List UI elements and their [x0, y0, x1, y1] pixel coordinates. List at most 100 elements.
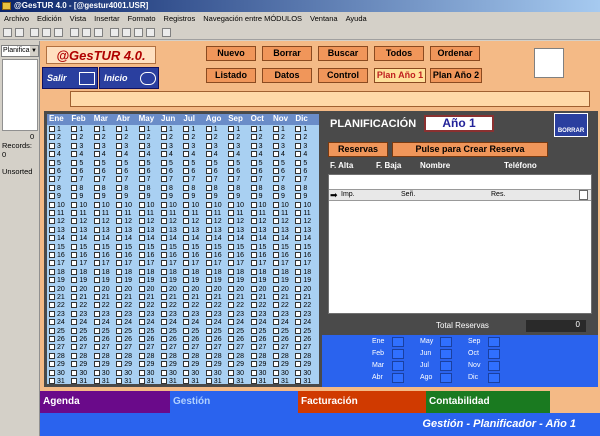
day-checkbox[interactable]: 17: [183, 260, 199, 268]
tab-gestion[interactable]: Gestión: [170, 391, 298, 413]
day-checkbox[interactable]: 3: [49, 142, 61, 151]
day-checkbox[interactable]: 9: [93, 193, 106, 201]
day-checkbox[interactable]: 21: [116, 294, 132, 302]
day-checkbox[interactable]: 20: [183, 285, 199, 294]
day-checkbox[interactable]: 21: [71, 294, 87, 302]
day-checkbox[interactable]: 3: [71, 142, 83, 151]
day-checkbox[interactable]: 15: [183, 243, 199, 252]
day-checkbox[interactable]: 4: [228, 151, 240, 159]
salir-button[interactable]: Salir: [42, 67, 98, 89]
day-checkbox[interactable]: 11: [138, 210, 154, 218]
day-checkbox[interactable]: 30: [250, 369, 266, 378]
day-checkbox[interactable]: 6: [49, 168, 61, 176]
day-checkbox[interactable]: 24: [49, 319, 65, 327]
day-checkbox[interactable]: 25: [205, 327, 222, 336]
day-checkbox[interactable]: 27: [295, 344, 311, 352]
day-checkbox[interactable]: 27: [93, 344, 110, 352]
tab-contabilidad[interactable]: Contabilidad: [426, 391, 550, 413]
day-checkbox[interactable]: 10: [228, 201, 244, 210]
day-checkbox[interactable]: 26: [49, 336, 65, 344]
day-checkbox[interactable]: 18: [93, 268, 110, 277]
day-checkbox[interactable]: 3: [295, 142, 307, 151]
crear-reserva-button[interactable]: Pulse para Crear Reserva: [392, 142, 548, 157]
day-checkbox[interactable]: 23: [116, 310, 132, 319]
day-checkbox[interactable]: 19: [138, 277, 154, 285]
day-checkbox[interactable]: 13: [250, 226, 266, 235]
menu-item[interactable]: Insertar: [90, 12, 123, 26]
day-checkbox[interactable]: 8: [183, 184, 195, 193]
day-checkbox[interactable]: 23: [161, 310, 177, 319]
day-checkbox[interactable]: 26: [250, 336, 266, 344]
day-checkbox[interactable]: 25: [183, 327, 199, 336]
day-checkbox[interactable]: 13: [116, 226, 132, 235]
day-checkbox[interactable]: 7: [183, 176, 195, 184]
day-checkbox[interactable]: 20: [49, 285, 65, 294]
day-checkbox[interactable]: 22: [93, 302, 110, 310]
day-checkbox[interactable]: 22: [116, 302, 132, 310]
day-checkbox[interactable]: 11: [49, 210, 64, 218]
day-checkbox[interactable]: 7: [205, 176, 218, 184]
day-checkbox[interactable]: 6: [71, 168, 83, 176]
day-checkbox[interactable]: 11: [273, 210, 288, 218]
day-checkbox[interactable]: 2: [71, 134, 83, 142]
day-checkbox[interactable]: 9: [71, 193, 83, 201]
day-checkbox[interactable]: 14: [273, 235, 289, 243]
day-checkbox[interactable]: 31: [93, 378, 110, 386]
day-checkbox[interactable]: 17: [250, 260, 266, 268]
day-checkbox[interactable]: 29: [49, 361, 65, 369]
day-checkbox[interactable]: 2: [250, 134, 263, 142]
day-checkbox[interactable]: 4: [49, 151, 61, 159]
day-checkbox[interactable]: 12: [71, 218, 87, 226]
new-record-icon[interactable]: [134, 28, 143, 37]
day-checkbox[interactable]: 9: [49, 193, 61, 201]
book-widget[interactable]: [2, 59, 38, 131]
day-checkbox[interactable]: 31: [205, 378, 222, 386]
day-checkbox[interactable]: 28: [228, 352, 244, 361]
day-checkbox[interactable]: 13: [183, 226, 199, 235]
day-checkbox[interactable]: 24: [161, 319, 177, 327]
day-checkbox[interactable]: 7: [228, 176, 240, 184]
day-checkbox[interactable]: 8: [273, 184, 285, 193]
day-checkbox[interactable]: 14: [228, 235, 244, 243]
day-checkbox[interactable]: 15: [116, 243, 132, 252]
day-checkbox[interactable]: 5: [116, 159, 128, 168]
day-checkbox[interactable]: 11: [250, 210, 266, 218]
day-checkbox[interactable]: 18: [116, 268, 132, 277]
day-checkbox[interactable]: 6: [161, 168, 173, 176]
day-checkbox[interactable]: 17: [295, 260, 311, 268]
sort-icon[interactable]: [70, 28, 79, 37]
day-checkbox[interactable]: 24: [228, 319, 244, 327]
day-checkbox[interactable]: 29: [250, 361, 266, 369]
day-checkbox[interactable]: 5: [250, 159, 263, 168]
day-checkbox[interactable]: 7: [116, 176, 128, 184]
day-checkbox[interactable]: 18: [161, 268, 177, 277]
day-checkbox[interactable]: 1: [250, 126, 263, 134]
day-checkbox[interactable]: 16: [183, 252, 199, 260]
day-checkbox[interactable]: 3: [138, 142, 151, 151]
day-checkbox[interactable]: 9: [161, 193, 173, 201]
day-checkbox[interactable]: 31: [273, 378, 289, 386]
day-checkbox[interactable]: 30: [205, 369, 222, 378]
day-checkbox[interactable]: 25: [116, 327, 132, 336]
day-checkbox[interactable]: 19: [93, 277, 110, 285]
listado-button[interactable]: Listado: [206, 68, 256, 83]
day-checkbox[interactable]: 6: [250, 168, 263, 176]
day-checkbox[interactable]: 19: [250, 277, 266, 285]
day-checkbox[interactable]: 17: [49, 260, 65, 268]
day-checkbox[interactable]: 12: [138, 218, 154, 226]
menu-item[interactable]: Navegación entre MÓDULOS: [199, 12, 306, 26]
day-checkbox[interactable]: 14: [71, 235, 87, 243]
day-checkbox[interactable]: 26: [205, 336, 222, 344]
day-checkbox[interactable]: 6: [228, 168, 240, 176]
day-checkbox[interactable]: 2: [161, 134, 173, 142]
day-checkbox[interactable]: 12: [250, 218, 266, 226]
day-checkbox[interactable]: 3: [161, 142, 173, 151]
day-checkbox[interactable]: 17: [205, 260, 222, 268]
day-checkbox[interactable]: 23: [273, 310, 289, 319]
day-checkbox[interactable]: 7: [273, 176, 285, 184]
menu-item[interactable]: Ventana: [306, 12, 342, 26]
day-checkbox[interactable]: 29: [295, 361, 311, 369]
day-checkbox[interactable]: 27: [138, 344, 154, 352]
buscar-button[interactable]: Buscar: [318, 46, 368, 61]
day-checkbox[interactable]: 27: [183, 344, 199, 352]
